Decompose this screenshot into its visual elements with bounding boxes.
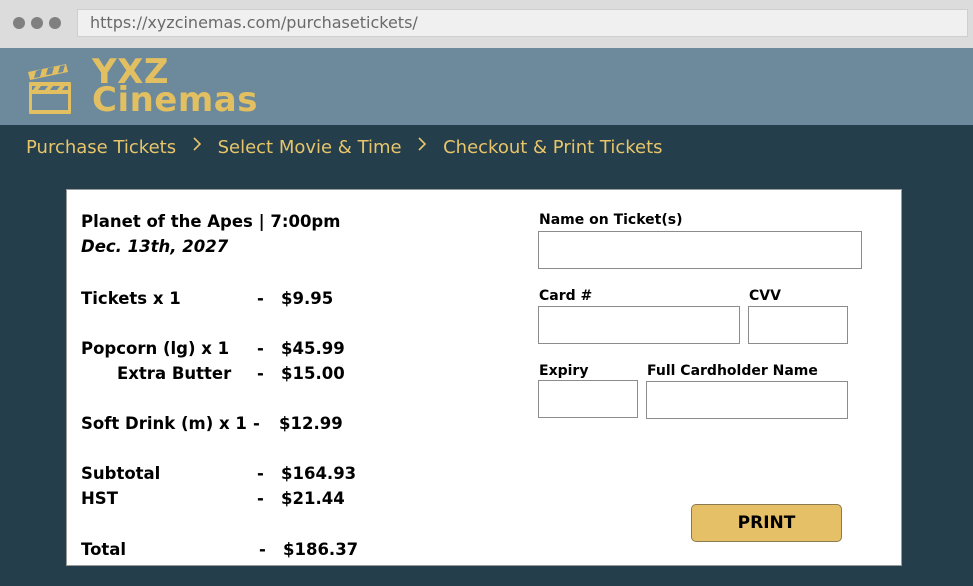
name-on-ticket-field[interactable] [538,231,862,269]
window-control-dot[interactable] [13,17,25,29]
window-control-dot[interactable] [49,17,61,29]
cvv-field[interactable] [748,306,848,344]
brand-name-line2: Cinemas [92,80,258,120]
expiry-label: Expiry [539,363,589,379]
line-label: Soft Drink (m) x 1 [81,414,247,433]
cardholder-name-field[interactable] [646,381,848,419]
cvv-label: CVV [749,288,781,304]
chevron-right-icon [193,137,201,151]
line-amount: $15.00 [281,364,345,383]
line-dash: - [257,464,264,483]
line-dash: - [257,289,264,308]
checkout-panel: Planet of the Apes | 7:00pm Dec. 13th, 2… [66,189,902,566]
line-dash: - [257,489,264,508]
site-header: YXZ Cinemas [0,48,973,125]
line-label: Tickets x 1 [81,289,181,308]
line-amount: $12.99 [279,414,343,433]
line-amount: $186.37 [283,540,359,559]
card-number-label: Card # [539,288,593,304]
line-dash: - [257,339,264,358]
movie-title: Planet of the Apes | 7:00pm [81,212,341,231]
line-amount: $21.44 [281,489,345,508]
breadcrumb: Purchase Tickets Select Movie & Time Che… [26,136,663,158]
brand-logo[interactable]: YXZ Cinemas [92,55,258,120]
line-label: HST [81,489,118,508]
print-button[interactable]: PRINT [691,504,842,542]
breadcrumb-purchase-tickets[interactable]: Purchase Tickets [26,137,176,158]
clapperboard-icon [28,64,71,114]
expiry-field[interactable] [538,380,638,418]
line-label: Total [81,540,127,559]
breadcrumb-select-movie[interactable]: Select Movie & Time [218,137,402,158]
line-dash: - [257,364,264,383]
card-number-field[interactable] [538,306,740,344]
line-amount: $9.95 [281,289,334,308]
cardholder-name-label: Full Cardholder Name [647,363,818,379]
line-label: Extra Butter [117,364,232,383]
name-on-ticket-label: Name on Ticket(s) [539,212,683,228]
line-dash: - [253,414,260,433]
browser-bar: https://xyzcinemas.com/purchasetickets/ [0,0,973,49]
line-label: Popcorn (lg) x 1 [81,339,230,358]
window-control-dot[interactable] [31,17,43,29]
line-amount: $164.93 [281,464,357,483]
chevron-right-icon [418,137,427,151]
line-dash: - [259,540,266,559]
address-bar[interactable]: https://xyzcinemas.com/purchasetickets/ [77,9,968,37]
breadcrumb-checkout[interactable]: Checkout & Print Tickets [443,137,662,158]
line-label: Subtotal [81,464,161,483]
line-amount: $45.99 [281,339,345,358]
movie-date: Dec. 13th, 2027 [81,237,229,256]
